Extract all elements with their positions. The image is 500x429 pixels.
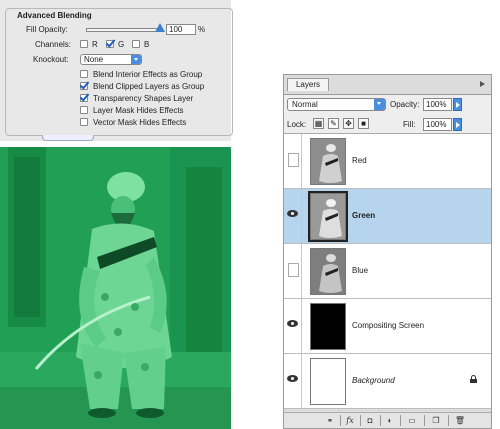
toolbar-divider [340,415,341,426]
visibility-toggle[interactable] [284,134,302,188]
opacity-input[interactable]: 100% [423,98,452,111]
layer-thumbnail [308,191,348,242]
lock-icon [470,375,477,383]
channel-r-checkbox[interactable] [80,40,88,48]
layer-thumbnail [310,358,346,405]
fill-opacity-input[interactable]: 100 [166,24,196,35]
chevron-down-icon [131,55,141,64]
visibility-toggle[interactable] [284,189,302,243]
channel-g-label: G [118,40,125,49]
blend-mode-select[interactable]: Normal [287,98,386,111]
layer-name: Compositing Screen [352,321,425,330]
fill-opacity-unit: % [198,25,206,34]
advanced-blending-group: Advanced Blending Fill Opacity: 100 % Ch… [5,8,233,136]
link-icon[interactable]: ⚭ [324,415,336,426]
new-layer-icon[interactable]: ❐ [430,415,442,426]
group-folder-icon[interactable]: ▭ [406,415,418,426]
layer-mask-hides-effects-label: Layer Mask Hides Effects [93,106,184,115]
layer-thumbnail [310,248,346,295]
tab-layers[interactable]: Layers [287,78,329,91]
channel-g-checkbox[interactable] [106,40,114,48]
toolbar-divider [400,415,401,426]
knockout-label: Knockout: [33,55,69,64]
layer-row-background[interactable]: Background [284,354,491,409]
toolbar-divider [380,415,381,426]
layer-name: Green [352,211,376,220]
chevron-down-icon [374,99,385,110]
blend-mode-value: Normal [292,100,318,109]
eye-icon [287,320,298,327]
knockout-select-value: None [84,55,104,64]
lock-position-icon[interactable]: ✥ [343,118,354,129]
dialog-button-edge[interactable] [42,135,94,141]
eye-icon [287,375,298,382]
layer-mask-hides-effects-checkbox[interactable] [80,106,88,114]
transparency-shapes-checkbox[interactable] [80,94,88,102]
knockout-select[interactable]: None [80,54,142,65]
eye-icon [287,210,298,217]
layer-row-compositing-screen[interactable]: Compositing Screen [284,299,491,354]
lock-all-icon[interactable]: ■ [358,118,369,129]
green-channel-photo [0,147,231,429]
layers-bottom-toolbar: ⚭ fx ◘ ◐ ▭ ❐ 🗑 [284,412,491,428]
channel-b-label: B [144,40,150,49]
layer-name: Red [352,156,367,165]
toolbar-divider [448,415,449,426]
visibility-empty-box [288,263,299,277]
opacity-label: Opacity: [390,100,420,109]
channels-label: Channels: [35,40,72,49]
layer-thumbnail [310,303,346,350]
visibility-toggle[interactable] [284,354,302,408]
lock-image-icon[interactable]: ✎ [328,118,339,129]
toolbar-divider [360,415,361,426]
adjustment-icon[interactable]: ◐ [384,415,396,426]
seated-man-image [0,147,231,429]
fill-opacity-slider[interactable] [86,28,160,32]
fill-slider-toggle-icon[interactable] [453,118,462,131]
fill-label: Fill: [403,120,416,129]
layer-row-blue[interactable]: Blue [284,244,491,299]
mask-icon[interactable]: ◘ [364,415,376,426]
opacity-slider-toggle-icon[interactable] [453,98,462,111]
layers-panel-tabbar: Layers [284,75,491,95]
visibility-toggle[interactable] [284,244,302,298]
layer-name: Background [352,376,395,385]
blend-clipped-layers-checkbox[interactable] [80,82,88,90]
vector-mask-hides-effects-checkbox[interactable] [80,118,88,126]
layers-panel: Layers Normal Opacity: 100% Lock: ▦ ✎ ✥ … [283,74,492,429]
fill-opacity-label: Fill Opacity: [26,25,68,34]
blend-mode-row: Normal Opacity: 100% [284,95,491,115]
blend-interior-effects-label: Blend Interior Effects as Group [93,70,203,79]
layer-row-red[interactable]: Red [284,134,491,189]
layer-name: Blue [352,266,369,275]
lock-label: Lock: [287,120,307,129]
panel-menu-icon[interactable] [479,79,487,87]
fill-input[interactable]: 100% [423,118,452,131]
layer-row-green[interactable]: Green [284,189,491,244]
transparency-shapes-label: Transparency Shapes Layer [93,94,194,103]
layer-thumbnail [310,138,346,185]
fx-icon[interactable]: fx [344,415,356,426]
blend-clipped-layers-label: Blend Clipped Layers as Group [93,82,205,91]
lock-row: Lock: ▦ ✎ ✥ ■ Fill: 100% [284,115,491,134]
lock-transparent-icon[interactable]: ▦ [313,118,324,129]
advanced-blending-title: Advanced Blending [15,11,94,20]
blend-interior-effects-checkbox[interactable] [80,70,88,78]
fill-opacity-slider-thumb[interactable] [155,23,165,32]
visibility-empty-box [288,153,299,167]
vector-mask-hides-effects-label: Vector Mask Hides Effects [93,118,187,127]
channel-b-checkbox[interactable] [132,40,140,48]
visibility-toggle[interactable] [284,299,302,353]
advanced-blending-panel: Advanced Blending Fill Opacity: 100 % Ch… [0,0,233,141]
toolbar-divider [424,415,425,426]
trash-icon[interactable]: 🗑 [454,415,466,426]
channel-r-label: R [92,40,98,49]
